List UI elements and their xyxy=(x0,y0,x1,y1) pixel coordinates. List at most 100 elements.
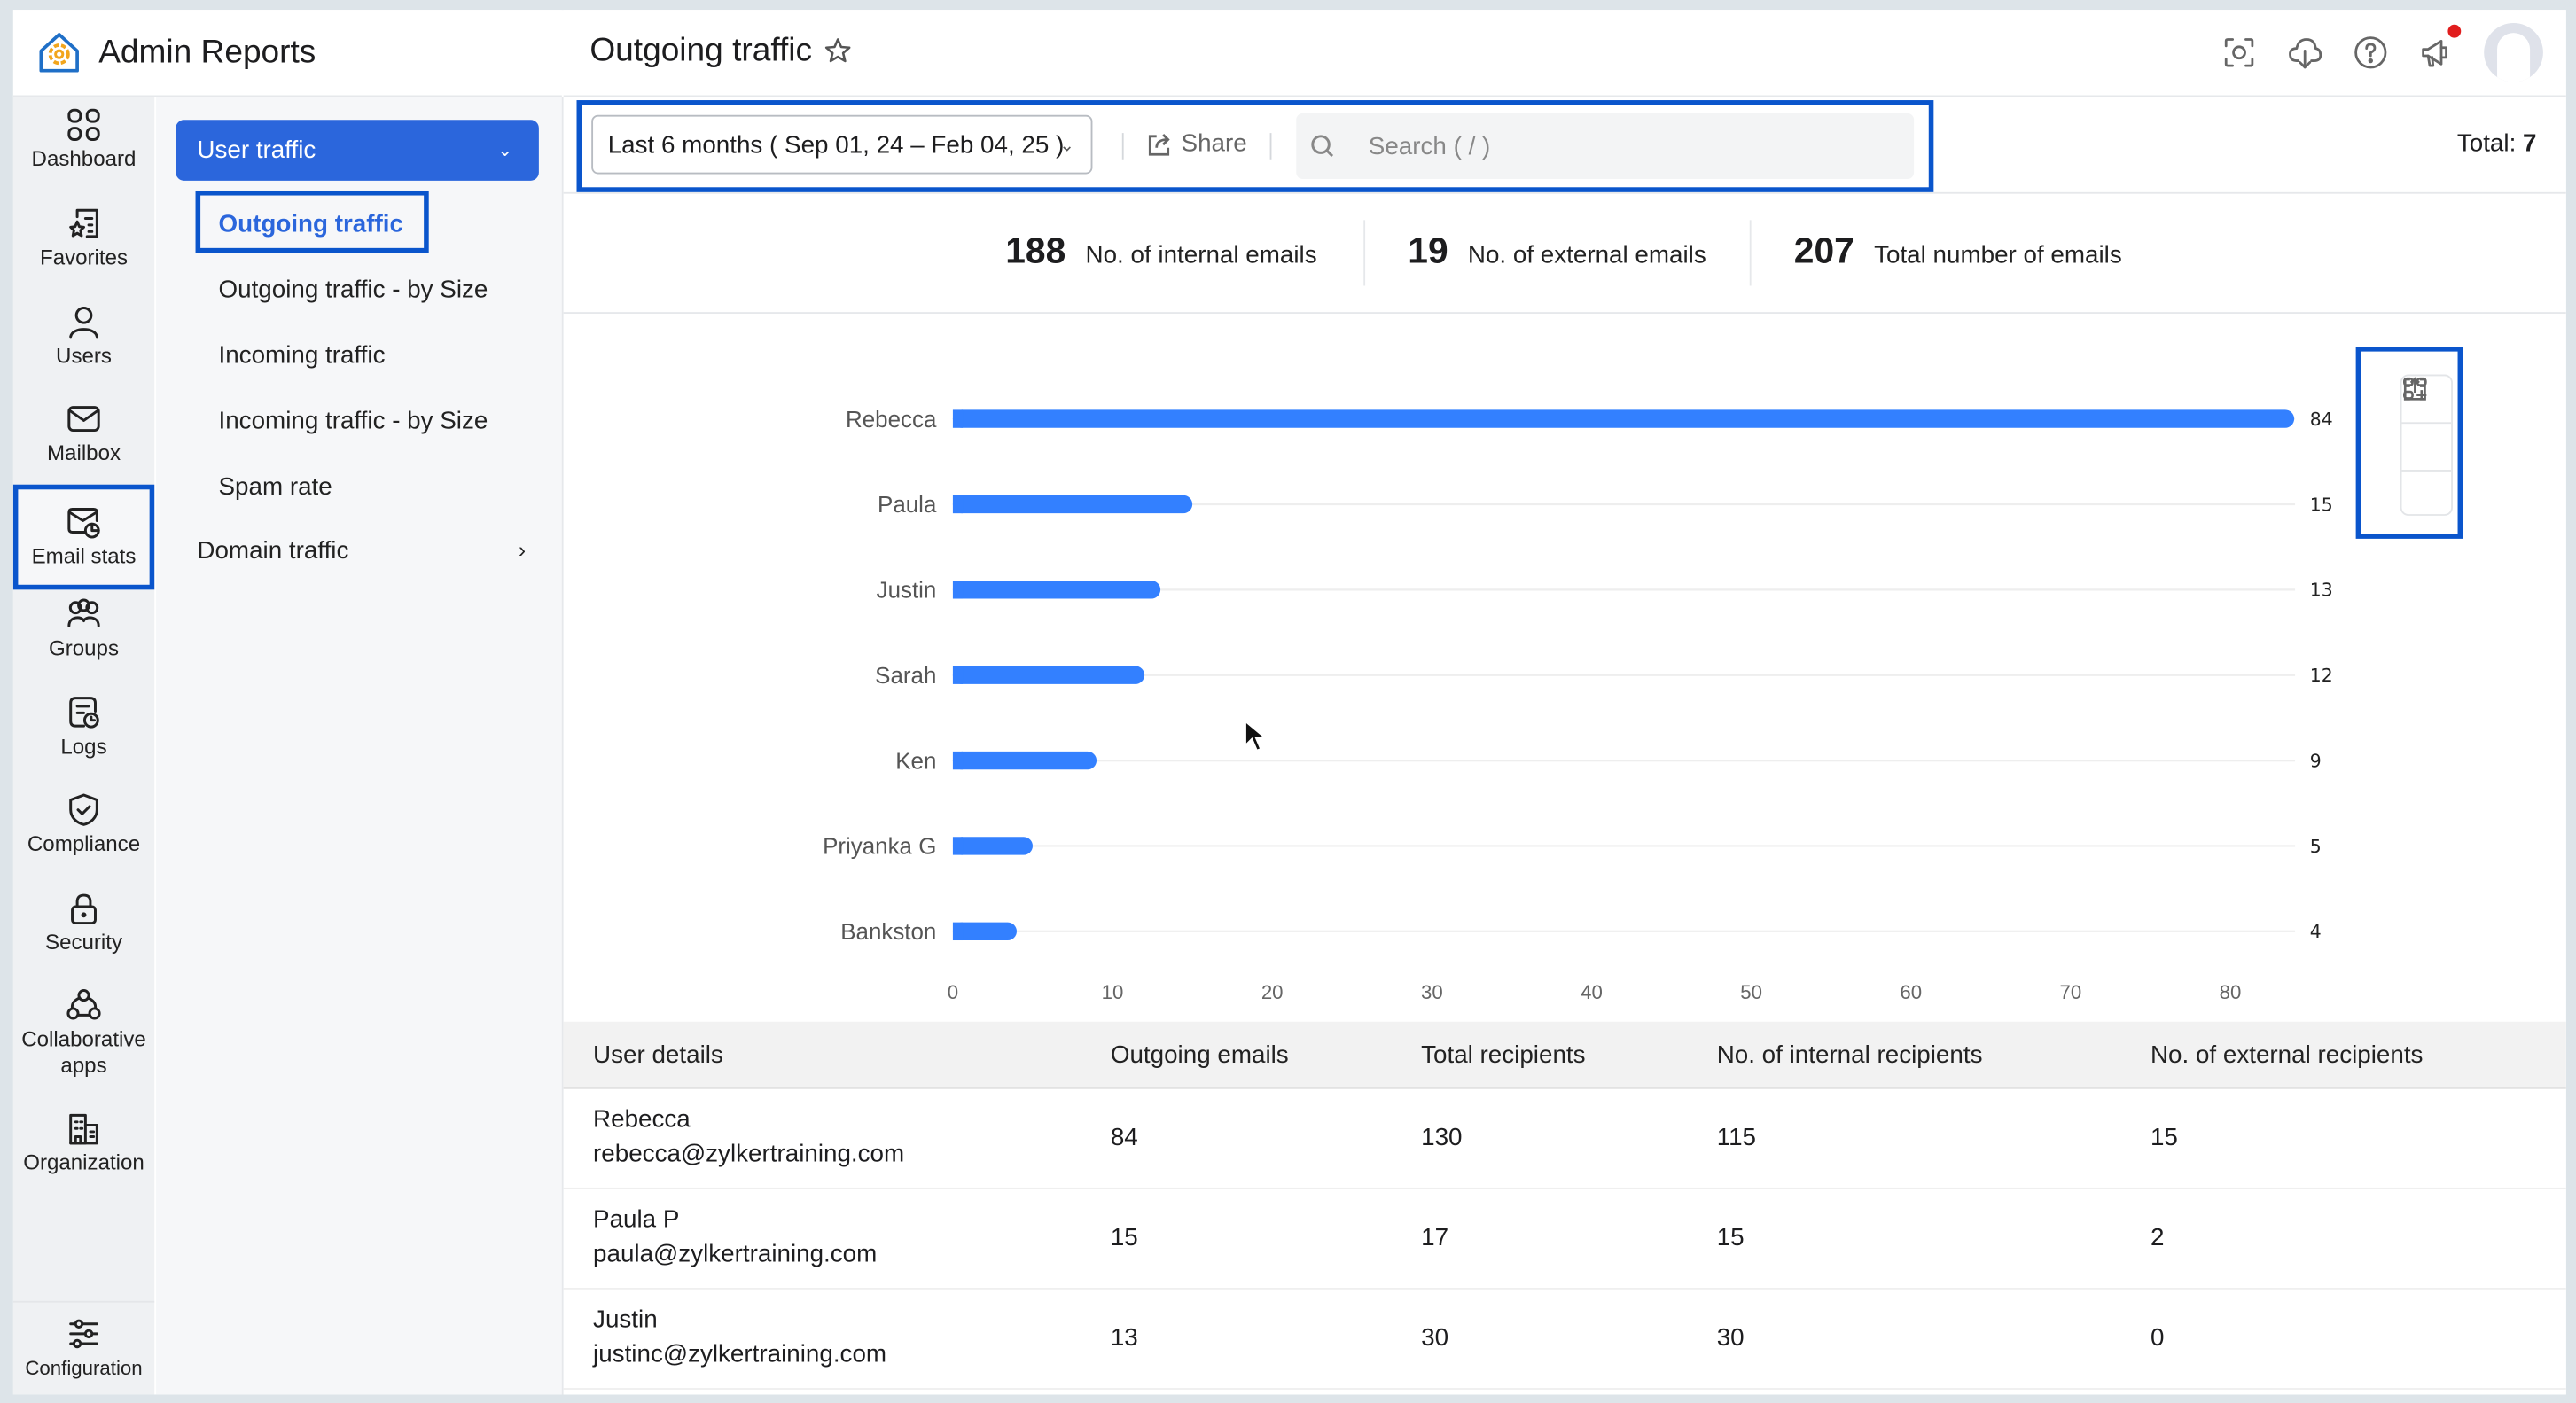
cloud-download-icon xyxy=(2289,38,2322,69)
data-label: 15 xyxy=(2310,494,2333,515)
date-range-value: Last 6 months ( Sep 01, 24 – Feb 04, 25 … xyxy=(607,130,1065,159)
rail-item-organization[interactable]: Organization xyxy=(13,1111,154,1196)
rail-item-favorites[interactable]: Favorites xyxy=(13,206,154,291)
total-recipients: 17 xyxy=(1421,1223,1449,1252)
chevron-right-icon: › xyxy=(519,537,527,562)
announcements-button[interactable] xyxy=(2418,24,2462,71)
rail-item-dashboard[interactable]: Dashboard xyxy=(13,106,154,191)
rail-item-users[interactable]: Users xyxy=(13,304,154,389)
rail-label: Groups xyxy=(48,635,120,661)
date-range-select[interactable]: Last 6 months ( Sep 01, 24 – Feb 04, 25 … xyxy=(591,114,1093,175)
chart-toolbar xyxy=(2400,374,2453,518)
search-icon xyxy=(1311,135,1334,158)
data-label: 4 xyxy=(2310,921,2322,942)
column-header[interactable]: Total recipients xyxy=(1421,1041,1585,1070)
data-label: 84 xyxy=(2310,409,2333,430)
chart-tools-highlight xyxy=(2355,347,2463,539)
total-count: Total: 7 xyxy=(2457,129,2537,158)
total-value: 7 xyxy=(2523,129,2537,158)
export-chart-button[interactable] xyxy=(2401,377,2452,472)
rail-label: Configuration xyxy=(25,1356,143,1380)
share-button[interactable]: Share xyxy=(1147,129,1247,158)
dashboard-icon xyxy=(67,108,100,142)
fullscreen-button[interactable] xyxy=(2402,378,2452,518)
favorites-icon xyxy=(69,208,98,238)
sliders-icon xyxy=(69,1319,98,1349)
favorite-star-icon[interactable] xyxy=(824,36,853,66)
rail-label: Favorites xyxy=(39,245,129,269)
bar-base xyxy=(952,409,964,428)
search-input[interactable] xyxy=(1365,130,1865,162)
subnav-item-incoming-traffic[interactable]: Incoming traffic xyxy=(218,341,385,370)
column-header[interactable]: No. of internal recipients xyxy=(1717,1041,1983,1070)
x-tick-label: 60 xyxy=(1900,981,1922,1003)
mouse-cursor-icon xyxy=(1244,719,1267,752)
external-recipients: 15 xyxy=(2150,1123,2178,1152)
rail-item-groups[interactable]: Groups xyxy=(13,596,154,682)
data-label: 5 xyxy=(2310,836,2322,857)
subnav-item-spam-rate[interactable]: Spam rate xyxy=(218,473,332,502)
data-label: 13 xyxy=(2310,580,2333,601)
subnav-item-incoming-traffic-by-size[interactable]: Incoming traffic - by Size xyxy=(218,408,488,436)
column-header[interactable]: No. of external recipients xyxy=(2151,1041,2424,1070)
stat-external-emails: 19 No. of external emails xyxy=(1408,230,1706,272)
table-row[interactable]: Rebecca rebecca@zylkertraining.com 84 13… xyxy=(563,1089,2566,1189)
chevron-down-icon: ⌄ xyxy=(497,141,513,161)
category-label: Bankston xyxy=(840,920,936,945)
column-header[interactable]: User details xyxy=(593,1041,723,1070)
summary-stats: 188 No. of internal emails 19 No. of ext… xyxy=(563,194,2566,314)
total-recipients: 130 xyxy=(1421,1123,1463,1152)
table-row[interactable]: Justin justinc@zylkertraining.com 13 30 … xyxy=(563,1290,2566,1390)
announcement-icon xyxy=(2422,39,2447,67)
x-tick-label: 80 xyxy=(2220,981,2242,1003)
stat-label: Total number of emails xyxy=(1874,241,2122,269)
bar xyxy=(952,495,1193,514)
x-tick-label: 30 xyxy=(1421,981,1443,1003)
download-button[interactable] xyxy=(2287,35,2323,71)
bar xyxy=(952,666,1145,684)
rail-item-logs[interactable]: Logs xyxy=(13,695,154,780)
category-label: Justin xyxy=(877,579,937,604)
domain-traffic-group[interactable]: Domain traffic › xyxy=(197,537,526,565)
stat-label: No. of internal emails xyxy=(1085,241,1317,269)
rail-item-compliance[interactable]: Compliance xyxy=(13,791,154,877)
stat-total-emails: 207 Total number of emails xyxy=(1794,230,2122,272)
main-panel: Outgoing traffic Last 6 months (Sep 01,… xyxy=(563,10,2566,1395)
rail-item-configuration[interactable]: Configuration xyxy=(12,1300,155,1395)
group-label: User traffic xyxy=(197,136,316,165)
user-traffic-group-toggle[interactable]: User traffic ⌄ xyxy=(176,120,539,181)
stat-label: No. of external emails xyxy=(1467,241,1706,269)
category-label: Priyanka G xyxy=(823,835,936,860)
table-header: User details Outgoing emails Total recip… xyxy=(563,1021,2566,1089)
table-row[interactable]: Paula P paula@zylkertraining.com 15 17 1… xyxy=(563,1189,2566,1290)
subnav-item-outgoing-traffic[interactable]: Outgoing traffic xyxy=(218,210,402,238)
screenshot-button[interactable] xyxy=(2221,35,2258,71)
user-name: Justin xyxy=(593,1306,658,1334)
user-email: justinc@zylkertraining.com xyxy=(593,1340,887,1368)
rail-label: Mailbox xyxy=(46,440,121,465)
help-button[interactable] xyxy=(2353,35,2389,71)
external-recipients: 2 xyxy=(2150,1223,2165,1252)
user-name: Rebecca xyxy=(593,1105,691,1134)
brand-header: Admin Reports xyxy=(12,10,562,97)
rail-label: Dashboard xyxy=(31,145,137,171)
bar-chart: Rebecca 84 Paula 15 Justin 13 Sarah 12 Ken 9 Priya… xyxy=(823,408,2333,1003)
chevron-down-icon: ⌄ xyxy=(1058,135,1075,156)
internal-recipients: 115 xyxy=(1716,1123,1757,1152)
outgoing-traffic-chart: Rebecca 84 Paula 15 Justin 13 Sarah 12 Ken 9 Priya… xyxy=(564,314,2566,1020)
stat-value: 207 xyxy=(1793,230,1854,271)
rail-item-security[interactable]: Security xyxy=(13,890,154,975)
share-label: Share xyxy=(1181,129,1247,158)
rail-item-email-stats[interactable]: Email stats xyxy=(12,484,155,590)
category-label: Sarah xyxy=(875,664,936,689)
avatar[interactable] xyxy=(2484,22,2543,82)
share-icon xyxy=(1148,133,1170,155)
rail-item-mailbox[interactable]: Mailbox xyxy=(13,401,154,486)
outgoing-emails: 15 xyxy=(1110,1223,1138,1252)
x-tick-label: 0 xyxy=(948,981,958,1003)
column-header[interactable]: Outgoing emails xyxy=(1111,1041,1289,1070)
rail-label: Users xyxy=(56,343,112,369)
subnav-item-outgoing-traffic-by-size[interactable]: Outgoing traffic - by Size xyxy=(218,276,488,304)
divider xyxy=(1749,220,1752,286)
rail-item-collaborative-apps[interactable]: Collaborative apps xyxy=(13,987,154,1095)
